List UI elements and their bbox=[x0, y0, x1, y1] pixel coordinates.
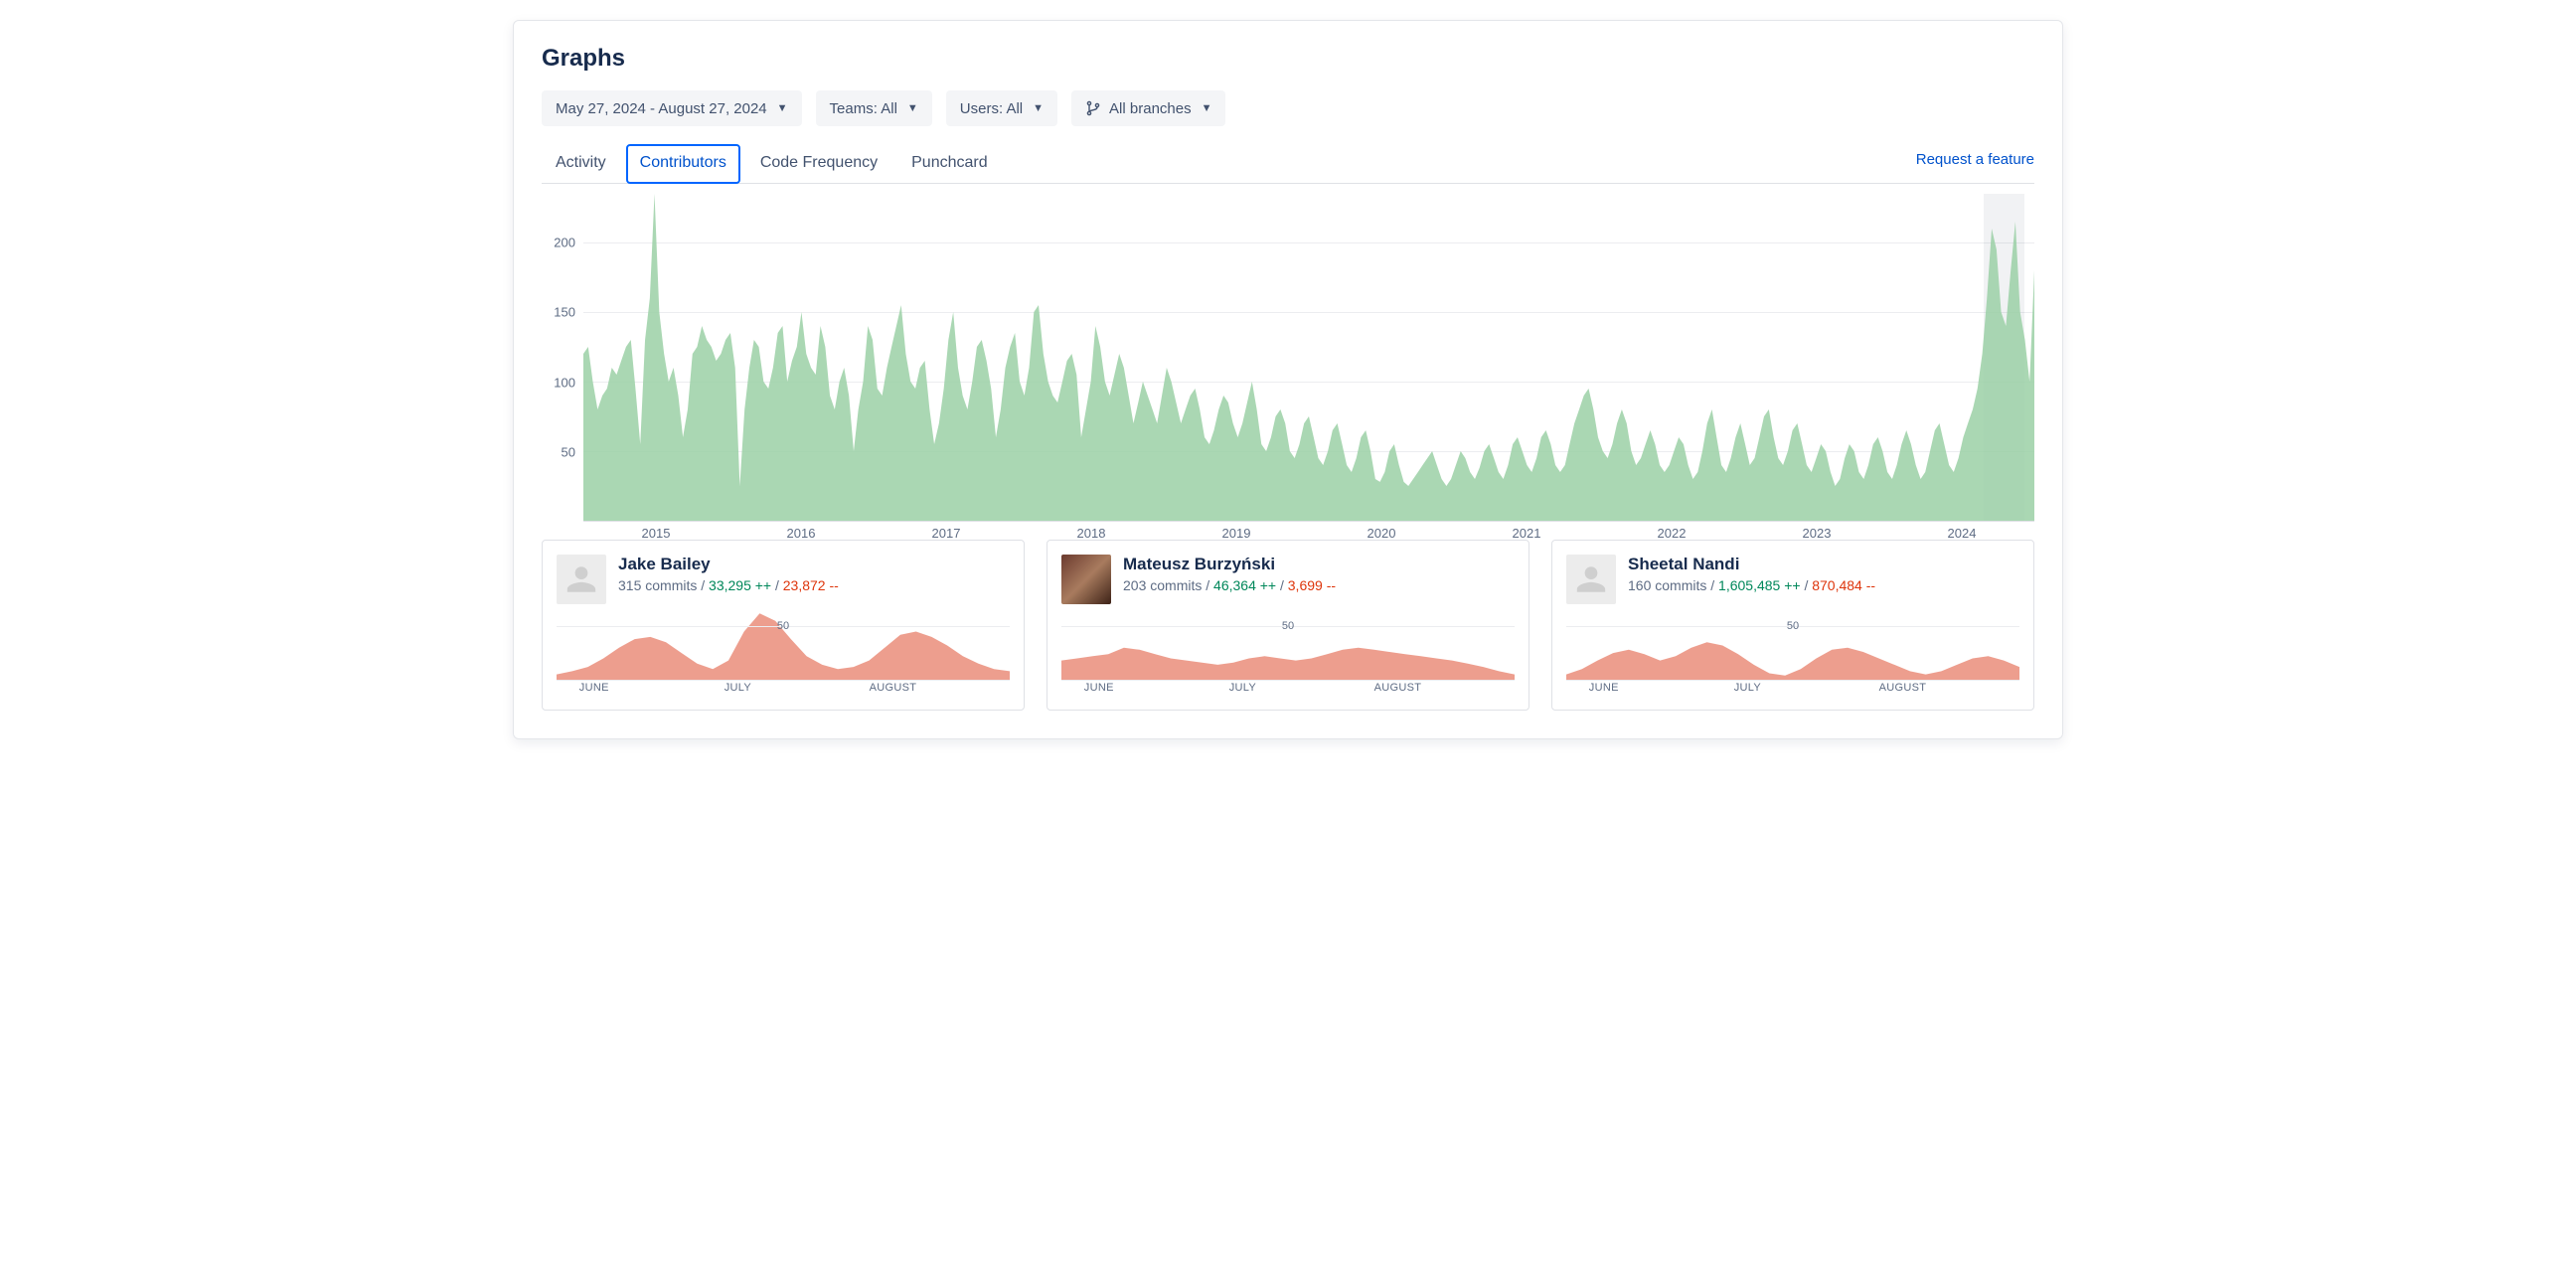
mini-x-tick: JUNE bbox=[579, 682, 609, 694]
mini-x-tick: JULY bbox=[1229, 682, 1256, 694]
contributor-mini-chart: 50 JUNE JULY AUGUST bbox=[1061, 610, 1515, 700]
mini-x-tick: AUGUST bbox=[870, 682, 917, 694]
y-axis: 50 100 150 200 bbox=[542, 194, 583, 522]
tab-contributors[interactable]: Contributors bbox=[626, 144, 740, 184]
contributor-card: Mateusz Burzyński 203 commits / 46,364 ++… bbox=[1046, 540, 1530, 711]
contributor-name[interactable]: Sheetal Nandi bbox=[1628, 555, 1875, 574]
users-label: Users: All bbox=[960, 100, 1023, 117]
y-tick-label: 200 bbox=[554, 236, 575, 250]
y-tick-label: 50 bbox=[562, 444, 575, 459]
teams-label: Teams: All bbox=[830, 100, 897, 117]
mini-x-tick: AUGUST bbox=[1879, 682, 1927, 694]
teams-dropdown[interactable]: Teams: All ▼ bbox=[816, 90, 932, 126]
contributor-card: Sheetal Nandi 160 commits / 1,605,485 ++ … bbox=[1551, 540, 2034, 711]
contributor-mini-chart: 50 JUNE JULY AUGUST bbox=[557, 610, 1010, 700]
chevron-down-icon: ▼ bbox=[777, 102, 788, 114]
mini-y-tick: 50 bbox=[777, 620, 789, 632]
x-tick-label: 2018 bbox=[1077, 526, 1106, 541]
mini-x-tick: JULY bbox=[724, 682, 751, 694]
branches-label: All branches bbox=[1109, 100, 1192, 117]
x-tick-label: 2017 bbox=[932, 526, 961, 541]
contributor-cards: Jake Bailey 315 commits / 33,295 ++ / 23,… bbox=[542, 540, 2034, 711]
tab-activity[interactable]: Activity bbox=[542, 144, 620, 184]
contributor-name[interactable]: Jake Bailey bbox=[618, 555, 839, 574]
avatar[interactable] bbox=[557, 555, 606, 604]
contributor-card: Jake Bailey 315 commits / 33,295 ++ / 23,… bbox=[542, 540, 1025, 711]
x-tick-label: 2021 bbox=[1513, 526, 1541, 541]
page-title: Graphs bbox=[542, 45, 2034, 73]
users-dropdown[interactable]: Users: All ▼ bbox=[946, 90, 1057, 126]
contributor-mini-chart: 50 JUNE JULY AUGUST bbox=[1566, 610, 2019, 700]
x-tick-label: 2023 bbox=[1803, 526, 1832, 541]
mini-y-tick: 50 bbox=[1787, 620, 1799, 632]
request-feature-link[interactable]: Request a feature bbox=[1916, 151, 2034, 176]
y-tick-label: 150 bbox=[554, 305, 575, 320]
mini-x-tick: AUGUST bbox=[1374, 682, 1422, 694]
avatar[interactable] bbox=[1061, 555, 1111, 604]
contributor-stats: 203 commits / 46,364 ++ / 3,699 -- bbox=[1123, 577, 1336, 593]
mini-x-tick: JUNE bbox=[1084, 682, 1114, 694]
contributor-name[interactable]: Mateusz Burzyński bbox=[1123, 555, 1336, 574]
y-tick-label: 100 bbox=[554, 375, 575, 390]
tabs: Activity Contributors Code Frequency Pun… bbox=[542, 144, 1002, 183]
x-tick-label: 2016 bbox=[787, 526, 816, 541]
branches-dropdown[interactable]: All branches ▼ bbox=[1071, 90, 1225, 126]
date-range-label: May 27, 2024 - August 27, 2024 bbox=[556, 100, 767, 117]
mini-y-tick: 50 bbox=[1282, 620, 1294, 632]
x-tick-label: 2019 bbox=[1222, 526, 1251, 541]
x-tick-label: 2015 bbox=[642, 526, 671, 541]
chevron-down-icon: ▼ bbox=[907, 102, 918, 114]
filter-bar: May 27, 2024 - August 27, 2024 ▼ Teams: … bbox=[542, 90, 2034, 126]
branch-icon bbox=[1085, 100, 1101, 116]
chevron-down-icon: ▼ bbox=[1202, 102, 1212, 114]
x-tick-label: 2022 bbox=[1658, 526, 1687, 541]
tabs-row: Activity Contributors Code Frequency Pun… bbox=[542, 144, 2034, 184]
tab-code-frequency[interactable]: Code Frequency bbox=[746, 144, 891, 184]
mini-x-tick: JULY bbox=[1734, 682, 1761, 694]
tab-punchcard[interactable]: Punchcard bbox=[897, 144, 1002, 184]
x-tick-label: 2024 bbox=[1948, 526, 1977, 541]
avatar[interactable] bbox=[1566, 555, 1616, 604]
date-range-dropdown[interactable]: May 27, 2024 - August 27, 2024 ▼ bbox=[542, 90, 802, 126]
main-chart[interactable]: 50100150200 2015201620172018201920202021… bbox=[542, 194, 2034, 522]
graphs-panel: Graphs May 27, 2024 - August 27, 2024 ▼ … bbox=[513, 20, 2063, 739]
chevron-down-icon: ▼ bbox=[1033, 102, 1044, 114]
contributor-stats: 160 commits / 1,605,485 ++ / 870,484 -- bbox=[1628, 577, 1875, 593]
x-axis: 2015 2016 2017 2018 2019 2020 2021 2022 2023 2024 bbox=[583, 522, 2034, 546]
contributor-stats: 315 commits / 33,295 ++ / 23,872 -- bbox=[618, 577, 839, 593]
x-tick-label: 2020 bbox=[1368, 526, 1396, 541]
mini-x-tick: JUNE bbox=[1589, 682, 1619, 694]
